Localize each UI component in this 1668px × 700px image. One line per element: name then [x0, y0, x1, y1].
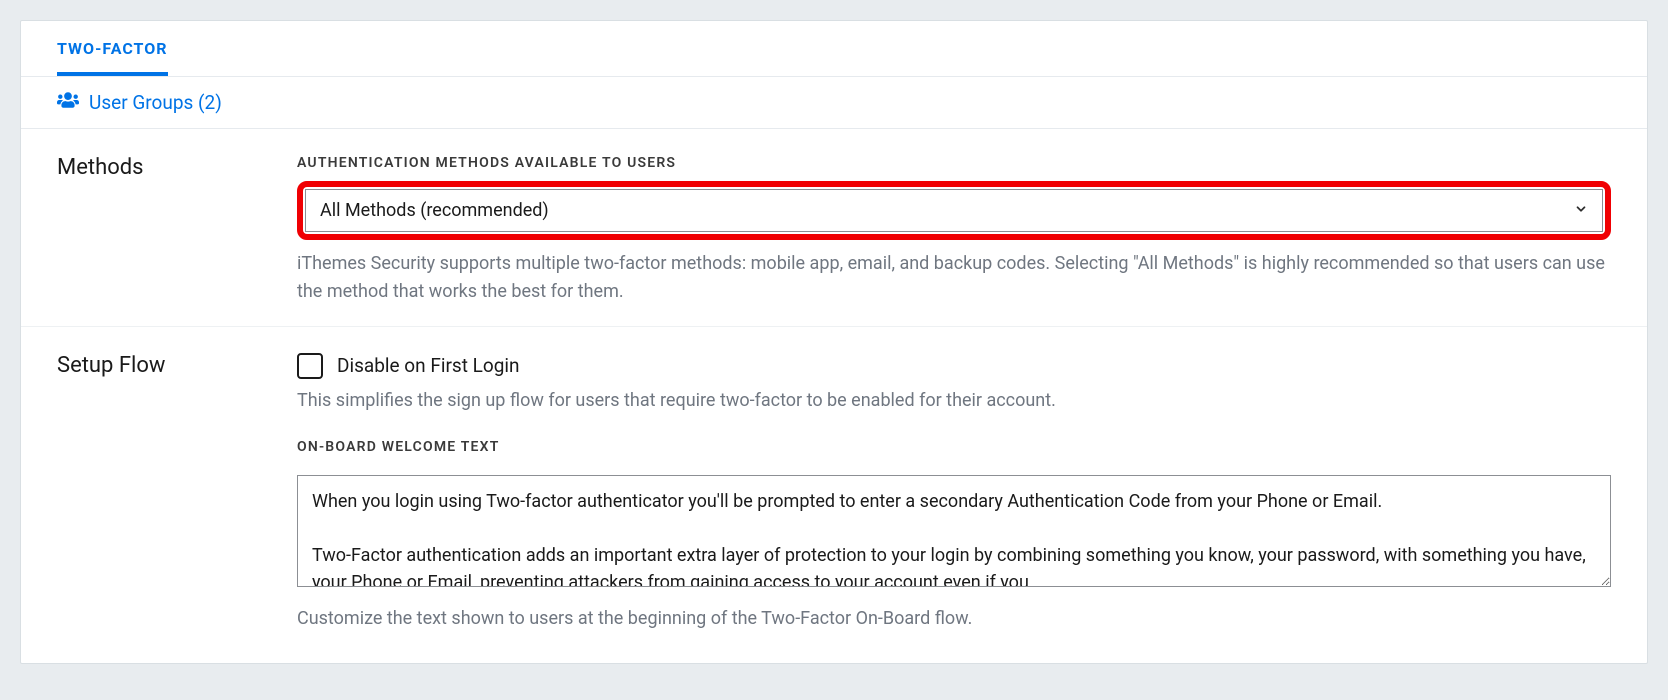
disable-first-login-help: This simplifies the sign up flow for use…: [297, 387, 1611, 415]
highlight-box: All Methods (recommended): [297, 181, 1611, 240]
users-icon: [57, 91, 79, 114]
user-groups-row: User Groups (2): [21, 76, 1647, 129]
user-groups-link[interactable]: User Groups (2): [57, 91, 222, 114]
onboard-text-label: ON-BOARD WELCOME TEXT: [297, 439, 1611, 455]
disable-first-login-label: Disable on First Login: [337, 354, 520, 377]
disable-first-login-checkbox[interactable]: [297, 353, 323, 379]
onboard-text-help: Customize the text shown to users at the…: [297, 605, 1611, 633]
auth-methods-selected-value: All Methods (recommended): [320, 200, 549, 221]
tab-two-factor[interactable]: TWO-FACTOR: [57, 39, 168, 76]
setup-flow-section-title: Setup Flow: [57, 353, 297, 633]
user-groups-label: User Groups (2): [89, 91, 222, 114]
setup-flow-section: Setup Flow Disable on First Login This s…: [21, 327, 1647, 663]
methods-section: Methods AUTHENTICATION METHODS AVAILABLE…: [21, 129, 1647, 327]
settings-panel: TWO-FACTOR User Groups (2) Methods AUTHE…: [20, 20, 1648, 664]
onboard-welcome-textarea[interactable]: [297, 475, 1611, 587]
tab-bar: TWO-FACTOR: [21, 21, 1647, 76]
auth-methods-label: AUTHENTICATION METHODS AVAILABLE TO USER…: [297, 155, 1611, 171]
auth-methods-help: iThemes Security supports multiple two-f…: [297, 250, 1611, 306]
auth-methods-select[interactable]: All Methods (recommended): [305, 189, 1603, 232]
chevron-down-icon: [1574, 202, 1588, 220]
methods-section-title: Methods: [57, 155, 297, 306]
